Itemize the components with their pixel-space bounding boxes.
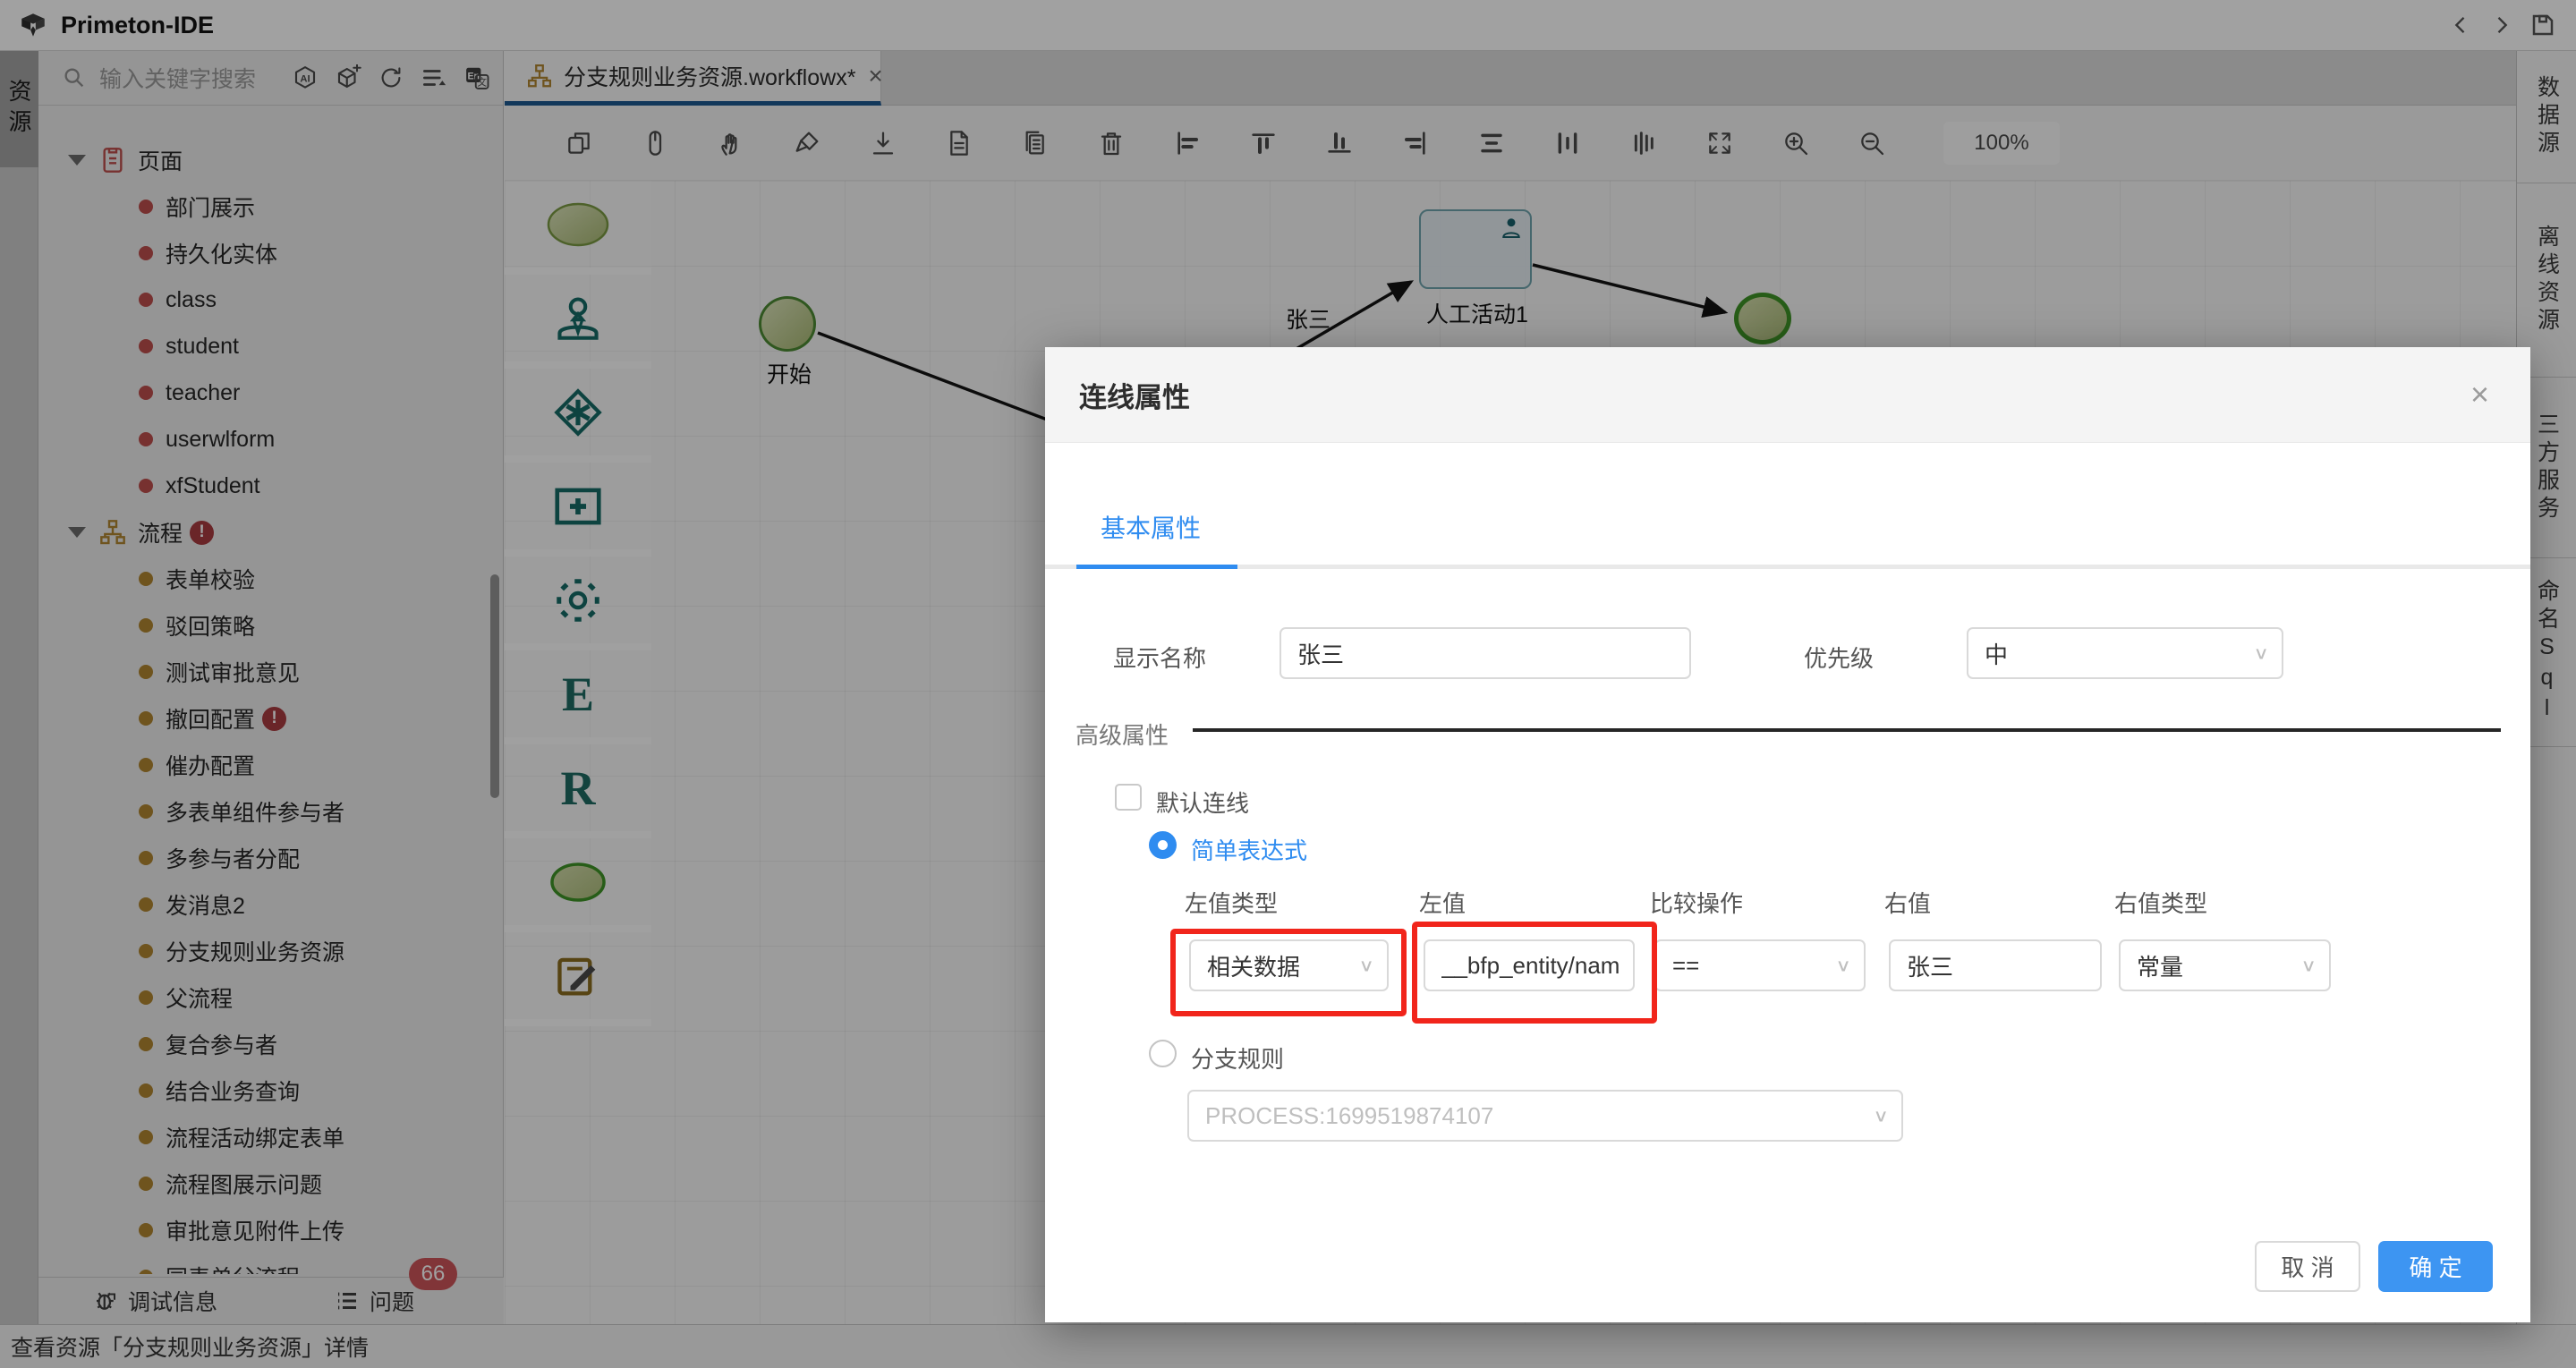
ok-button[interactable]: 确 定 — [2378, 1241, 2493, 1292]
close-icon[interactable]: × — [2470, 376, 2489, 413]
default-line-checkbox[interactable] — [1115, 784, 1142, 811]
column-label-2: 比较操作 — [1650, 886, 1743, 919]
branch-rule-label: 分支规则 — [1191, 1041, 1284, 1075]
tab-active-indicator — [1076, 565, 1237, 569]
modal-header: 连线属性 × — [1045, 347, 2530, 443]
priority-label: 优先级 — [1804, 641, 1874, 674]
default-line-label: 默认连线 — [1156, 786, 1249, 819]
expr-select-4[interactable]: 常量∨ — [2119, 939, 2331, 991]
chevron-down-icon: ∨ — [2300, 955, 2317, 975]
advanced-section-line — [1193, 728, 2501, 732]
branch-rule-radio[interactable] — [1149, 1040, 1177, 1067]
column-label-0: 左值类型 — [1185, 886, 1278, 919]
expr-input-1[interactable]: __bfp_entity/nam — [1424, 939, 1635, 991]
cancel-button[interactable]: 取 消 — [2255, 1241, 2360, 1292]
tab-basic-properties[interactable]: 基本属性 — [1101, 509, 1201, 545]
column-label-4: 右值类型 — [2114, 886, 2207, 919]
edge-properties-modal: 连线属性 × 基本属性 显示名称 张三 优先级 中∨ 高级属性 默认连线 简单表… — [1045, 347, 2530, 1322]
chevron-down-icon: ∨ — [1358, 955, 1374, 975]
branch-rule-select[interactable]: PROCESS:1699519874107∨ — [1187, 1090, 1903, 1142]
chevron-down-icon: ∨ — [2253, 642, 2269, 663]
chevron-down-icon: ∨ — [1873, 1105, 1889, 1126]
display-name-input[interactable]: 张三 — [1279, 627, 1691, 679]
chevron-down-icon: ∨ — [1835, 955, 1851, 975]
column-label-3: 右值 — [1884, 886, 1931, 919]
expr-select-2[interactable]: ==∨ — [1654, 939, 1866, 991]
column-label-1: 左值 — [1419, 886, 1466, 919]
display-name-label: 显示名称 — [1113, 641, 1206, 674]
simple-expression-radio[interactable] — [1149, 831, 1177, 859]
advanced-section-label: 高级属性 — [1075, 718, 1169, 751]
priority-select[interactable]: 中∨ — [1967, 627, 2283, 679]
expr-input-3[interactable]: 张三 — [1889, 939, 2102, 991]
simple-expression-label: 简单表达式 — [1191, 833, 1307, 866]
expr-select-0[interactable]: 相关数据∨ — [1189, 939, 1389, 991]
tab-divider — [1045, 565, 2530, 569]
modal-title: 连线属性 — [1079, 375, 1190, 415]
